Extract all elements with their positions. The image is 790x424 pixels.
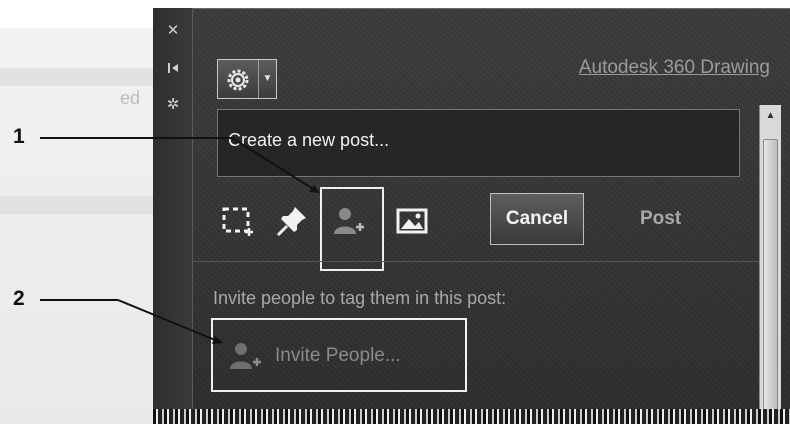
new-post-input[interactable]: Create a new post...	[217, 109, 740, 177]
vertical-scrollbar[interactable]: ▲	[759, 105, 781, 424]
invite-people-button[interactable]: Invite People...	[227, 338, 401, 374]
add-person-icon	[230, 343, 261, 369]
cancel-button[interactable]: Cancel	[490, 193, 584, 245]
callout-number-1: 1	[13, 125, 25, 148]
background-strip	[0, 68, 160, 86]
invite-instruction: Invite people to tag them in this post:	[213, 288, 507, 308]
palette-side-bar: ✕ ✲	[153, 8, 193, 424]
background-window: ed	[0, 28, 160, 424]
invite-highlight: Invite People...	[211, 318, 467, 392]
invite-people-label: Invite People...	[275, 345, 401, 366]
pin-icon[interactable]	[275, 204, 309, 238]
post-button[interactable]: Post	[640, 208, 681, 230]
options-button[interactable]: ▼	[217, 59, 277, 99]
scroll-up-icon[interactable]: ▲	[760, 105, 781, 127]
autodesk-360-drawing-link[interactable]: Autodesk 360 Drawing	[579, 57, 770, 79]
background-text: ed	[120, 88, 141, 108]
background-strip	[0, 196, 160, 214]
social-panel: ▼ Autodesk 360 Drawing Create a new post…	[193, 8, 790, 424]
add-person-highlight	[320, 187, 384, 271]
image-icon[interactable]	[395, 204, 429, 238]
divider	[193, 261, 759, 262]
properties-icon[interactable]: ✲	[165, 96, 181, 112]
caret-down-icon[interactable]: ▼	[258, 60, 276, 98]
scroll-thumb[interactable]	[763, 139, 778, 421]
gear-icon	[227, 69, 249, 91]
bottom-edge-noise	[153, 409, 790, 424]
close-icon[interactable]: ✕	[165, 22, 181, 38]
callout-number-2: 2	[13, 287, 25, 310]
select-area-icon[interactable]	[221, 204, 255, 238]
auto-hide-icon[interactable]	[165, 60, 181, 76]
